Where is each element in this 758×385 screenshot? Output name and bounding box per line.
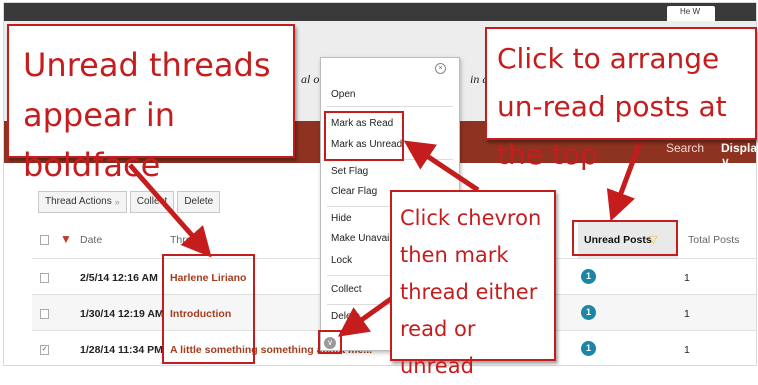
callout-chevron: Click chevron then mark thread either re… — [390, 190, 556, 378]
callout-arrange-unread-text: Click to arrange un-read posts at the to… — [497, 42, 727, 171]
callout-unread-boldface: Unread threads appear in boldface — [7, 24, 295, 184]
callout-arrange-unread: Click to arrange un-read posts at the to… — [485, 27, 757, 171]
callout-unread-boldface-text: Unread threads appear in boldface — [23, 46, 271, 184]
arrow-to-mark-menu — [403, 140, 480, 193]
arrow-to-chevron — [337, 293, 397, 337]
callout-chevron-text: Click chevron then mark thread either re… — [400, 206, 542, 378]
